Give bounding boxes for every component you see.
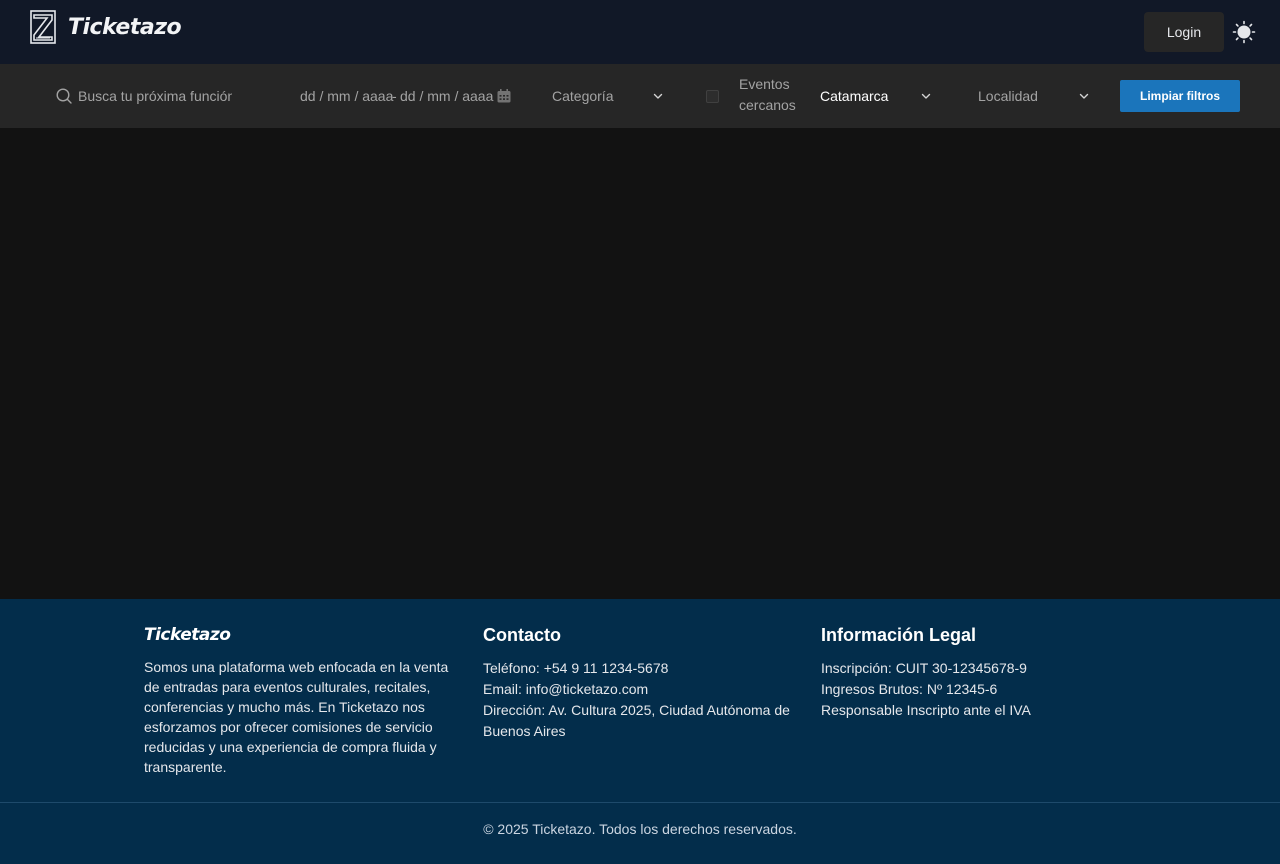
top-navbar: Ticketazo Login	[0, 0, 1280, 64]
locality-select-label: Localidad	[978, 88, 1038, 104]
chevron-down-icon	[921, 93, 931, 99]
footer-iva: Responsable Inscripto ante el IVA	[821, 702, 1031, 718]
footer-address: Dirección: Av. Cultura 2025, Ciudad Autó…	[483, 702, 790, 739]
sun-icon[interactable]	[1232, 20, 1256, 44]
footer-about-text: Somos una plataforma web enfocada en la …	[144, 659, 449, 775]
footer-legal: Información Legal Inscripción: CUIT 30-1…	[821, 625, 1141, 721]
filter-bar: dd / mm / aaaa - dd / mm / aaaa Categorí…	[0, 64, 1280, 128]
search-icon	[56, 88, 72, 104]
footer-copyright: © 2025 Ticketazo. Todos los derechos res…	[483, 821, 797, 837]
province-select[interactable]: Catamarca	[820, 86, 932, 106]
calendar-icon[interactable]	[496, 88, 512, 104]
footer-phone: Teléfono: +54 9 11 1234-5678	[483, 660, 669, 676]
footer-gross-income: Ingresos Brutos: Nº 12345-6	[821, 681, 998, 697]
login-button[interactable]: Login	[1144, 12, 1224, 52]
z-logo-icon	[30, 10, 56, 44]
footer-about: Ticketazo Somos una plataforma web enfoc…	[144, 625, 454, 777]
chevron-down-icon	[653, 93, 663, 99]
chevron-down-icon	[1079, 93, 1089, 99]
category-select[interactable]: Categoría	[552, 86, 664, 106]
footer-divider	[0, 802, 1280, 803]
search-field[interactable]	[56, 86, 236, 106]
footer-contact: Contacto Teléfono: +54 9 11 1234-5678 Em…	[483, 625, 803, 742]
nearby-events-checkbox[interactable]	[706, 90, 719, 103]
nearby-events-label: Eventos cercanos	[739, 76, 796, 113]
clear-filters-button[interactable]: Limpiar filtros	[1120, 80, 1240, 112]
footer-legal-title: Información Legal	[821, 625, 977, 645]
footer-contact-title: Contacto	[483, 625, 561, 645]
province-select-value: Catamarca	[820, 88, 889, 104]
footer-brand-title: Ticketazo	[144, 625, 231, 645]
date-from-input[interactable]: dd / mm / aaaa	[300, 88, 393, 104]
brand-name: Ticketazo	[68, 14, 182, 40]
date-range-separator: -	[392, 88, 397, 104]
category-select-label: Categoría	[552, 88, 614, 104]
search-input[interactable]	[78, 88, 232, 104]
footer-inscription: Inscripción: CUIT 30-12345678-9	[821, 660, 1027, 676]
date-to-input[interactable]: dd / mm / aaaa	[400, 88, 493, 104]
locality-select[interactable]: Localidad	[978, 86, 1090, 106]
footer-email[interactable]: Email: info@ticketazo.com	[483, 679, 803, 700]
site-footer: Ticketazo Somos una plataforma web enfoc…	[0, 599, 1280, 864]
brand-logo[interactable]: Ticketazo	[30, 10, 182, 44]
events-content-area	[0, 128, 1280, 599]
